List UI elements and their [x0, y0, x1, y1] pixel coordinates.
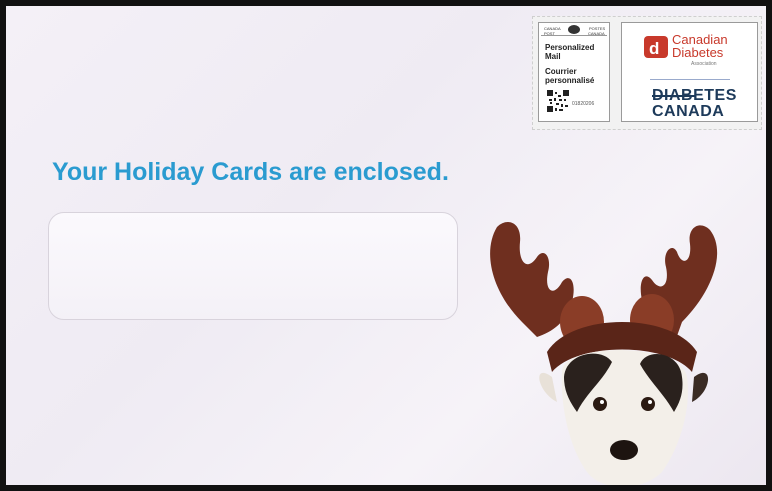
- post-header-left2: POST: [544, 31, 555, 36]
- address-window: [48, 212, 458, 320]
- reindeer-antler-dog-image: [490, 222, 718, 485]
- canada-post-stamp: CANADA POSTES POST CANADA Personalized M…: [538, 22, 610, 122]
- diabetes-canada-stamp: d Canadian Diabetes Association DIABETES…: [621, 22, 758, 122]
- envelope: CANADA POSTES POST CANADA Personalized M…: [6, 6, 766, 485]
- cda-logo-letter: d: [649, 39, 660, 58]
- personalized-mail-label: Personalized Mail: [545, 43, 595, 61]
- qr-code-icon: [547, 90, 569, 112]
- cda-logo-icon: d: [644, 36, 668, 58]
- canada-post-logo-icon: [568, 25, 580, 34]
- stamp-divider: [650, 79, 730, 80]
- envelope-headline: Your Holiday Cards are enclosed.: [52, 158, 449, 186]
- cda-association: Association: [691, 61, 717, 67]
- canada-post-header: CANADA POSTES POST CANADA: [541, 25, 607, 36]
- postage-code: 01820206: [572, 101, 595, 107]
- cda-name: Canadian Diabetes: [672, 32, 728, 60]
- courrier-personnalise-label: Courrier personnalisé: [545, 67, 595, 85]
- wordmark-strike: [652, 95, 695, 97]
- post-header-right2: CANADA: [588, 31, 605, 36]
- canada-wordmark: CANADA: [652, 103, 725, 120]
